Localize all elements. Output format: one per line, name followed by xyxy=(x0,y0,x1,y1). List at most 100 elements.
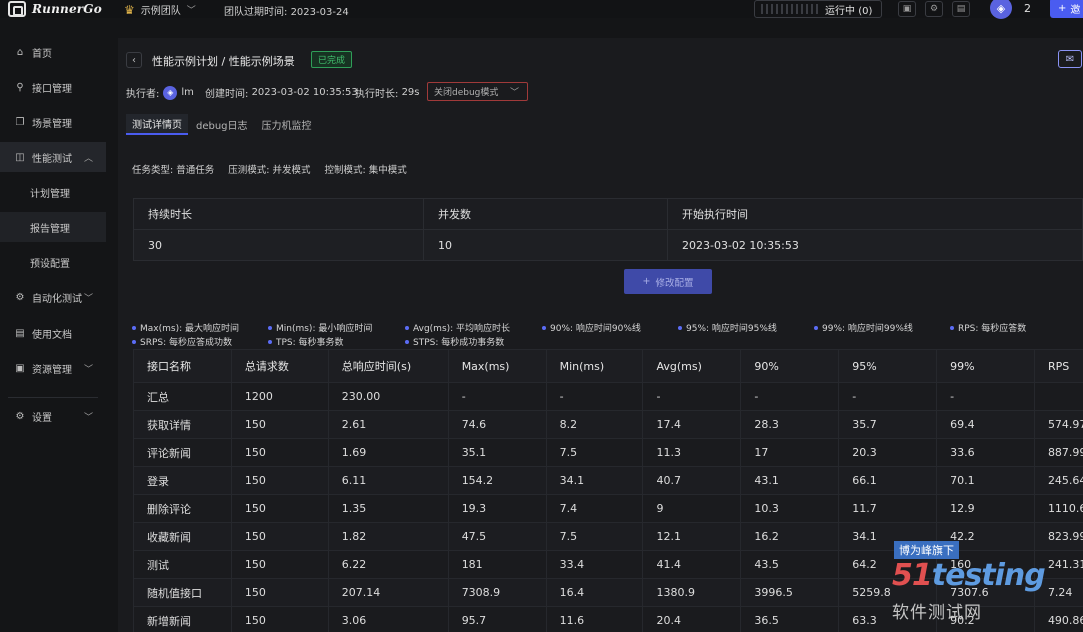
sidebar-item-preset[interactable]: 预设配置 xyxy=(0,247,106,277)
message-icon[interactable]: ▤ xyxy=(952,1,970,17)
sidebar-item-report[interactable]: 报告管理 xyxy=(0,212,106,242)
table-cell: 1200 xyxy=(230,382,329,411)
table-header-row: 接口名称 总请求数 总响应时间(s) Max(ms) Min(ms) Avg(m… xyxy=(133,349,1083,383)
status-badge: 已完成 xyxy=(311,51,353,68)
sidebar-item-automation[interactable]: ⚙ 自动化测试 ﹀ xyxy=(0,282,106,312)
sidebar-item-plan[interactable]: 计划管理 xyxy=(0,177,106,207)
table-cell: 17.4 xyxy=(642,410,742,439)
table-cell: 34.1 xyxy=(545,466,644,495)
column-header[interactable]: Avg(ms) xyxy=(642,349,742,383)
executor-name: lm xyxy=(181,87,194,98)
table-cell: 5259.8 xyxy=(838,578,938,607)
sidebar-item-label: 场景管理 xyxy=(32,118,72,130)
sidebar-item-label: 计划管理 xyxy=(30,188,70,200)
table-cell: 150 xyxy=(230,550,329,579)
tab-machine-monitor[interactable]: 压力机监控 xyxy=(256,114,318,135)
column-header[interactable]: RPS xyxy=(1033,349,1083,383)
sidebar-item-api[interactable]: ⚲ 接口管理 xyxy=(0,72,106,102)
table-cell: 7.4 xyxy=(545,494,644,523)
column-header[interactable]: 99% xyxy=(936,349,1035,383)
column-header[interactable]: Min(ms) xyxy=(545,349,644,383)
report-detail-panel: ‹ 性能示例计划 / 性能示例场景 已完成 ✉ 执行者: ◈ lm 创建时间: … xyxy=(118,38,1083,632)
running-progress-bars xyxy=(761,4,819,14)
settings-icon[interactable]: ⚙ xyxy=(925,1,943,17)
table-cell: 34.1 xyxy=(838,522,938,551)
table-cell: 150 xyxy=(230,578,329,607)
chevron-up-icon: ︿ xyxy=(84,153,94,164)
debug-mode-select[interactable]: 关闭debug模式 ﹀ xyxy=(427,82,528,101)
edit-config-label: 修改配置 xyxy=(655,277,694,289)
table-row: 获取详情 150 2.61 74.6 8.2 17.4 28.3 35.7 69.4 574.97 xyxy=(133,410,1083,439)
tab-debug-log[interactable]: debug日志 xyxy=(190,114,254,135)
legend-item: 95%: 响应时间95%线 xyxy=(678,321,777,334)
logo-icon xyxy=(8,1,26,17)
api-metrics-table: 接口名称 总请求数 总响应时间(s) Max(ms) Min(ms) Avg(m… xyxy=(133,349,1083,632)
back-button[interactable]: ‹ xyxy=(126,52,142,68)
table-cell: 11.7 xyxy=(838,494,938,523)
table-row: 删除评论 150 1.35 19.3 7.4 9 10.3 11.7 12.9 1110.6 xyxy=(133,494,1083,523)
tab-test-detail[interactable]: 测试详情页 xyxy=(126,114,188,135)
column-header[interactable]: 接口名称 xyxy=(133,349,232,383)
table-cell: 1110.6 xyxy=(1033,494,1083,523)
table-cell: 6.22 xyxy=(327,550,449,579)
table-cell: 1.35 xyxy=(327,494,449,523)
sidebar-item-performance[interactable]: ◫ 性能测试 ︿ xyxy=(0,142,106,172)
table-cell: 574.97 xyxy=(1033,410,1083,439)
table-cell: 36.5 xyxy=(740,606,840,632)
table-cell: 收藏新闻 xyxy=(133,522,232,551)
table-row: 登录 150 6.11 154.2 34.1 40.7 43.1 66.1 70.1 245.64 xyxy=(133,466,1083,495)
invite-button[interactable]: + 邀 xyxy=(1050,0,1083,18)
notice-icon[interactable]: ▣ xyxy=(898,1,916,17)
table-cell: - xyxy=(642,382,742,411)
table-cell: 74.6 xyxy=(447,410,547,439)
table-cell: 11.3 xyxy=(642,438,742,467)
column-header[interactable]: 总请求数 xyxy=(230,349,329,383)
table-cell: 16.4 xyxy=(545,578,644,607)
resource-icon: ▣ xyxy=(15,362,25,374)
table-cell: 150 xyxy=(230,466,329,495)
chevron-down-icon: ﹀ xyxy=(186,6,196,16)
sidebar-item-docs[interactable]: ▤ 使用文档 xyxy=(0,318,106,348)
link-icon: ⚲ xyxy=(16,81,24,93)
table-cell: 181 xyxy=(447,550,547,579)
column-header[interactable]: 总响应时间(s) xyxy=(327,349,449,383)
table-row: 收藏新闻 150 1.82 47.5 7.5 12.1 16.2 34.1 42.2 823.99 xyxy=(133,522,1083,551)
table-cell: 新增新闻 xyxy=(133,606,232,632)
table-cell: 20.4 xyxy=(642,606,742,632)
table-cell: 6.11 xyxy=(327,466,449,495)
table-cell: 1.82 xyxy=(327,522,449,551)
table-cell: - xyxy=(740,382,840,411)
team-avatar[interactable]: ◈ xyxy=(990,0,1012,19)
table-cell: 3.06 xyxy=(327,606,449,632)
sidebar-item-resource[interactable]: ▣ 资源管理 ﹀ xyxy=(0,353,106,383)
table-cell: 获取详情 xyxy=(133,410,232,439)
legend-item: TPS: 每秒事务数 xyxy=(268,335,344,348)
table-cell: 7.5 xyxy=(545,438,644,467)
crown-icon: ♛ xyxy=(124,2,135,17)
column-header[interactable]: Max(ms) xyxy=(447,349,547,383)
sidebar-item-home[interactable]: ⌂ 首页 xyxy=(0,37,106,67)
app-logo[interactable]: RunnerGo xyxy=(8,1,102,17)
home-icon: ⌂ xyxy=(16,46,24,58)
sidebar-item-settings[interactable]: ⚙ 设置 ﹀ xyxy=(0,401,106,431)
table-cell: 7.5 xyxy=(545,522,644,551)
table-cell: 95.7 xyxy=(447,606,547,632)
column-header[interactable]: 90% xyxy=(740,349,840,383)
running-tasks-indicator[interactable]: 运行中 (0) xyxy=(754,0,882,18)
edit-config-button[interactable]: + 修改配置 xyxy=(624,269,712,294)
table-cell: 测试 xyxy=(133,550,232,579)
sidebar-item-scene[interactable]: ❐ 场景管理 xyxy=(0,107,106,137)
table-cell: 9 xyxy=(642,494,742,523)
created-value: 2023-03-02 10:35:53 xyxy=(251,87,358,98)
team-switcher[interactable]: ♛ 示例团队 ﹀ xyxy=(124,2,196,18)
table-cell: 16.2 xyxy=(740,522,840,551)
user-plus-icon: + xyxy=(1058,2,1067,14)
table-cell: 33.6 xyxy=(936,438,1035,467)
table-cell: 150 xyxy=(230,494,329,523)
column-header[interactable]: 95% xyxy=(838,349,938,383)
legend-item: SRPS: 每秒应答成功数 xyxy=(132,335,232,348)
table-cell: 207.14 xyxy=(327,578,449,607)
summary-concurrency: 10 xyxy=(423,229,668,261)
team-name: 示例团队 xyxy=(140,6,181,17)
share-report-button[interactable]: ✉ xyxy=(1058,50,1082,68)
